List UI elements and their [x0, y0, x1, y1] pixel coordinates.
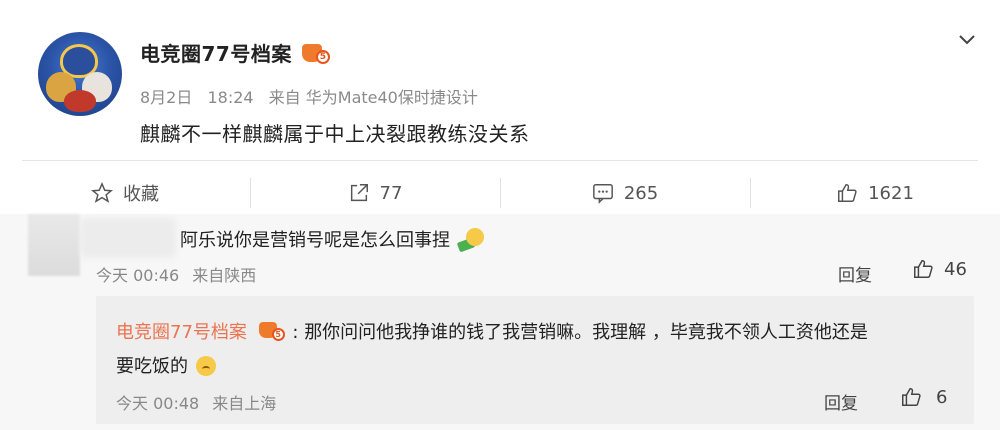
sad-face-emoji-icon: [195, 356, 216, 376]
reply-text-2: 要吃饭的: [116, 356, 188, 377]
comment-like-count: 46: [944, 258, 967, 280]
like-button[interactable]: 1621: [750, 172, 1000, 214]
money-face-emoji-icon: [456, 228, 484, 253]
reply-line-1: 电竞圈77号档案 5 : 那你问问他我挣谁的钱了我营销嘛。我理解 ，毕竟我不领人…: [116, 318, 868, 344]
comment-time: 今天 00:46: [96, 266, 180, 285]
reply-like-count: 6: [936, 386, 948, 408]
post-content: 麒麟不一样麒麟属于中上决裂跟教练没关系: [140, 122, 530, 146]
comment-source: 来自陕西: [192, 266, 257, 285]
favorite-label: 收藏: [123, 184, 159, 205]
thumbs-up-icon: [838, 184, 857, 202]
reply-author[interactable]: 电竞圈77号档案: [116, 322, 247, 343]
post-date[interactable]: 8月2日: [140, 88, 192, 107]
post-source: 来自 华为Mate40保时捷设计: [268, 88, 478, 107]
comment-reply-button[interactable]: 回复: [838, 261, 872, 286]
vip-level-badge-icon[interactable]: 5: [258, 321, 285, 341]
share-icon: [350, 184, 368, 202]
chevron-down-icon[interactable]: [958, 30, 976, 48]
nested-reply: 电竞圈77号档案 5 : 那你问问他我挣谁的钱了我营销嘛。我理解 ，毕竟我不领人…: [96, 296, 974, 424]
reply-time: 今天 00:48: [116, 394, 200, 413]
reply-source: 来自上海: [212, 394, 277, 413]
comment-button[interactable]: 265: [500, 172, 750, 214]
comment-text-row: 阿乐说你是营销号呢是怎么回事捏: [180, 226, 484, 253]
commenter-name-blurred: [80, 218, 176, 258]
level-number: 5: [271, 328, 285, 341]
reply-reply-button[interactable]: 回复: [824, 389, 858, 414]
comment-icon: [592, 184, 613, 204]
reply-meta: 今天 00:48 来自上海: [116, 390, 284, 414]
favorite-button[interactable]: 收藏: [0, 172, 250, 214]
author-avatar[interactable]: [38, 32, 122, 116]
divider: [22, 160, 978, 161]
comment-like-button[interactable]: 46: [912, 258, 967, 280]
post-action-bar: 收藏 77 265 1621: [0, 172, 1000, 214]
reply-line-2: 要吃饭的: [116, 352, 216, 378]
thumbs-up-icon: [914, 260, 933, 278]
reply-text-1: 那你问问他我挣谁的钱了我营销嘛。我理解 ，毕竟我不领人工资他还是: [304, 322, 868, 343]
comment-item: 阿乐说你是营销号呢是怎么回事捏 今天 00:46 来自陕西 回复 46 电竞圈7…: [0, 214, 1000, 430]
post-time[interactable]: 18:24: [207, 88, 253, 107]
face-shape: [465, 228, 484, 246]
author-row: 电竞圈77号档案 5: [140, 38, 330, 67]
commenter-avatar[interactable]: [28, 214, 80, 276]
comment-text: 阿乐说你是营销号呢是怎么回事捏: [180, 230, 450, 251]
level-number: 5: [315, 49, 330, 64]
comment-meta: 今天 00:46 来自陕西: [96, 262, 264, 286]
reply-separator: :: [292, 322, 299, 343]
repost-button[interactable]: 77: [250, 172, 500, 214]
avatar-character: [64, 90, 96, 112]
comment-count: 265: [623, 182, 659, 204]
weibo-post: 电竞圈77号档案 5 8月2日 18:24 来自 华为Mate40保时捷设计 麒…: [0, 0, 1000, 214]
vip-level-badge-icon[interactable]: 5: [301, 42, 330, 64]
like-count: 1621: [868, 182, 914, 204]
thumbs-up-icon: [902, 388, 921, 406]
author-name[interactable]: 电竞圈77号档案: [140, 38, 292, 67]
repost-count: 77: [379, 182, 403, 204]
star-icon: [91, 182, 113, 203]
post-meta: 8月2日 18:24 来自 华为Mate40保时捷设计: [140, 84, 488, 108]
reply-like-button[interactable]: 6: [900, 386, 947, 408]
